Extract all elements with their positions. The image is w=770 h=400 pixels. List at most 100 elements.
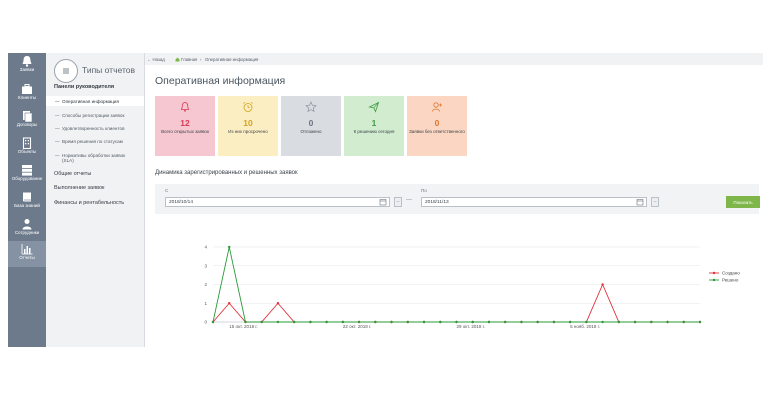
main-content: ← Назад Главная › Оперативная информация… [145, 53, 763, 347]
subitem-operational-info[interactable]: — Оперативная информация [46, 96, 144, 106]
nav-item-employees[interactable]: Сотрудники [8, 216, 46, 242]
breadcrumb: ← Назад Главная › Оперативная информация [145, 53, 763, 65]
card-open-requests[interactable]: 12 Всего открытых заявок [155, 96, 215, 156]
nav-item-contracts[interactable]: Договоры [8, 108, 46, 134]
server-icon [22, 165, 32, 176]
date-filter: С 2018/10/14 – — По 2018/11/13 – Показат… [155, 184, 760, 214]
page-title: Оперативная информация [155, 75, 286, 87]
from-date-input[interactable]: 2018/10/14 [165, 197, 390, 207]
y-tick-label: 2 [204, 282, 207, 287]
x-tick-label: 5 нояб. 2018 г. [570, 324, 600, 329]
card-value: 1 [371, 118, 377, 128]
section-general-reports[interactable]: Общие отчеты [54, 171, 91, 177]
requests-dynamics-chart: 0 1 2 3 4 15 окт. 2018 г. 22 окт. 2018 г. 29 ок… [204, 245, 740, 330]
briefcase-icon [22, 84, 32, 94]
subitem-label: Способы регистрации заявок [62, 112, 125, 118]
nav-item-objects[interactable]: Объекты [8, 135, 46, 161]
data-point-created [276, 302, 280, 305]
card-label: К решению сегодня [353, 129, 395, 134]
paper-plane-icon [368, 101, 380, 113]
legend-marker [712, 278, 716, 282]
nav-item-knowledge-base[interactable]: База знаний [8, 189, 46, 215]
building-icon [22, 137, 32, 149]
from-label: С [165, 188, 169, 193]
section-manager-panels[interactable]: Панели руководителя [54, 84, 114, 90]
nav-item-clients[interactable]: Клиенты [8, 81, 46, 107]
show-button[interactable]: Показать [726, 196, 760, 208]
back-link[interactable]: ← Назад [147, 57, 165, 62]
documents-icon [23, 111, 33, 122]
nav-item-equipment[interactable]: Оборудование [8, 162, 46, 188]
nav-item-requests[interactable]: Заявки [8, 53, 46, 79]
to-date-input[interactable]: 2018/11/13 [421, 197, 647, 207]
data-point-resolved [390, 320, 393, 324]
nav-item-label: Сотрудники [14, 230, 40, 235]
data-point-resolved [325, 320, 328, 324]
data-point-resolved [292, 320, 296, 324]
subitem-client-satisfaction[interactable]: — Удовлетворенность клиентов [46, 123, 144, 133]
subitem-resolution-time[interactable]: — Время решения по статусам [46, 136, 144, 146]
data-point-resolved [568, 320, 572, 324]
nav-item-label: Объекты [17, 149, 37, 154]
bell-icon [22, 56, 32, 67]
data-point-resolved [211, 320, 215, 324]
calendar-icon[interactable] [379, 198, 387, 206]
alarm-clock-icon [243, 101, 253, 112]
data-point-resolved [682, 320, 685, 324]
book-icon [23, 192, 31, 202]
section-request-completion[interactable]: Выполнение заявок [54, 185, 104, 191]
calendar-icon[interactable] [636, 198, 644, 206]
card-overdue[interactable]: 10 Из них просрочено [218, 96, 278, 156]
panel-title: Типы отчетов [82, 65, 135, 75]
card-value: 10 [243, 118, 253, 128]
data-point-created [228, 302, 231, 305]
data-point-resolved [633, 320, 637, 324]
subitem-registration-methods[interactable]: — Способы регистрации заявок [46, 110, 144, 120]
user-icon [22, 219, 32, 230]
card-label: Отложено [300, 129, 322, 134]
main-nav-rail: Заявки Клиенты Договоры Объекты Оборудов… [8, 53, 46, 347]
data-point-resolved [617, 320, 621, 324]
card-value: 0 [434, 118, 440, 128]
nav-item-label: Заявки [19, 67, 35, 72]
data-point-resolved [504, 320, 507, 324]
nav-item-label: База знаний [14, 203, 40, 208]
data-point-resolved [666, 320, 669, 324]
from-date-clear-button[interactable]: – [394, 197, 402, 207]
card-value: 12 [180, 118, 190, 128]
legend-label: Решено [722, 278, 739, 283]
data-point-resolved [374, 320, 377, 324]
nav-item-reports[interactable]: Отчеты [8, 241, 46, 267]
breadcrumb-home[interactable]: Главная [181, 57, 197, 62]
data-point-resolved [406, 320, 409, 324]
card-label: Из них просрочено [228, 129, 268, 134]
to-label: По [421, 188, 427, 193]
panel-header: Типы отчетов [54, 59, 142, 83]
nav-item-label: Договоры [16, 122, 38, 127]
x-tick-label: 29 окт. 2018 г. [457, 324, 485, 329]
data-point-resolved [487, 320, 491, 324]
section-finance[interactable]: Финансы и рентабельность [54, 200, 124, 206]
breadcrumb-current: Оперативная информация [205, 57, 259, 62]
card-due-today[interactable]: 1 К решению сегодня [344, 96, 404, 156]
data-point-resolved [439, 320, 442, 324]
legend-marker [712, 271, 716, 275]
data-point-resolved [520, 320, 523, 324]
bell-outline-icon [180, 102, 190, 112]
card-value: 0 [308, 118, 314, 128]
card-postponed[interactable]: 0 Отложено [281, 96, 341, 156]
data-point-resolved [601, 320, 604, 324]
data-point-resolved [422, 320, 426, 324]
to-date-clear-button[interactable]: – [651, 197, 659, 207]
subitem-label: Нормативы обработки заявок (SLA) [62, 152, 126, 164]
card-unassigned[interactable]: 0 Заявки без ответственного [407, 96, 467, 156]
data-point-resolved [228, 245, 231, 249]
data-point-resolved [357, 320, 361, 324]
y-tick-label: 0 [204, 320, 207, 325]
report-list-icon [54, 59, 78, 83]
data-point-resolved [455, 320, 458, 324]
subitem-sla[interactable]: — Нормативы обработки заявок (SLA) [46, 150, 144, 164]
breadcrumb-separator: › [200, 57, 202, 62]
home-icon [175, 57, 180, 61]
card-label: Всего открытых заявок [161, 129, 209, 134]
